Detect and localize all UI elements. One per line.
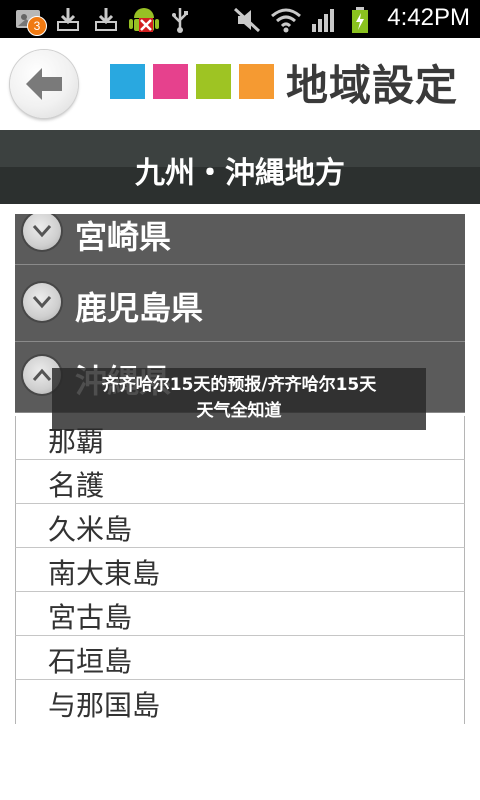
color-square-green <box>196 64 231 99</box>
android-debug-icon <box>128 6 160 32</box>
city-label: 南大東島 <box>48 557 161 590</box>
expand-chevron-down-icon <box>23 283 61 321</box>
color-square-pink <box>153 64 188 99</box>
notification-badge: 3 <box>27 16 47 36</box>
overlay-line-2: 天气全知道 <box>196 401 282 421</box>
region-title: 九州・沖縄地方 <box>135 156 345 191</box>
prefecture-row-miyazaki[interactable]: 宮崎県 <box>15 214 465 265</box>
city-label: 宮古島 <box>48 601 133 634</box>
page-title: 地域設定 <box>286 61 459 110</box>
wifi-icon <box>270 6 302 33</box>
city-label: 石垣島 <box>48 645 133 678</box>
region-header: 九州・沖縄地方 <box>0 130 480 204</box>
prefecture-list: 宮崎県 鹿児島県 沖縄県 那覇 名護 久米島 南大東島 宮古島 石垣島 与那国島 <box>15 214 465 724</box>
city-label: 与那国島 <box>48 689 161 722</box>
back-button[interactable] <box>10 50 78 118</box>
clock-time: 4:42PM <box>387 4 470 31</box>
city-label: 久米島 <box>48 513 133 546</box>
status-bar: 3 4:42PM <box>0 0 480 38</box>
city-item-miyakojima[interactable]: 宮古島 <box>15 592 465 636</box>
overlay-line-1: 齐齐哈尔15天的预报/齐齐哈尔15天 <box>101 375 377 395</box>
app-header: 地域設定 <box>0 38 480 130</box>
city-item-minamidaito[interactable]: 南大東島 <box>15 548 465 592</box>
download-icon <box>94 6 118 32</box>
battery-charging-icon <box>350 6 370 33</box>
city-item-yonaguni[interactable]: 与那国島 <box>15 680 465 724</box>
prefecture-row-kagoshima[interactable]: 鹿児島県 <box>15 265 465 342</box>
prefecture-label: 宮崎県 <box>75 218 172 256</box>
color-square-blue <box>110 64 145 99</box>
back-arrow-icon <box>26 68 62 100</box>
city-label: 名護 <box>48 469 105 502</box>
download-icon <box>56 6 80 32</box>
usb-icon <box>170 6 190 33</box>
mute-icon <box>232 6 262 33</box>
color-square-orange <box>239 64 274 99</box>
city-item-ishigaki[interactable]: 石垣島 <box>15 636 465 680</box>
city-item-nago[interactable]: 名護 <box>15 460 465 504</box>
city-item-kumejima[interactable]: 久米島 <box>15 504 465 548</box>
overlay-caption: 齐齐哈尔15天的预报/齐齐哈尔15天 天气全知道 <box>52 368 426 430</box>
prefecture-label: 鹿児島県 <box>75 289 204 327</box>
signal-icon <box>310 6 338 32</box>
overlay-text: 齐齐哈尔15天的预报/齐齐哈尔15天 天气全知道 <box>52 372 426 424</box>
expand-chevron-down-icon <box>23 214 61 250</box>
